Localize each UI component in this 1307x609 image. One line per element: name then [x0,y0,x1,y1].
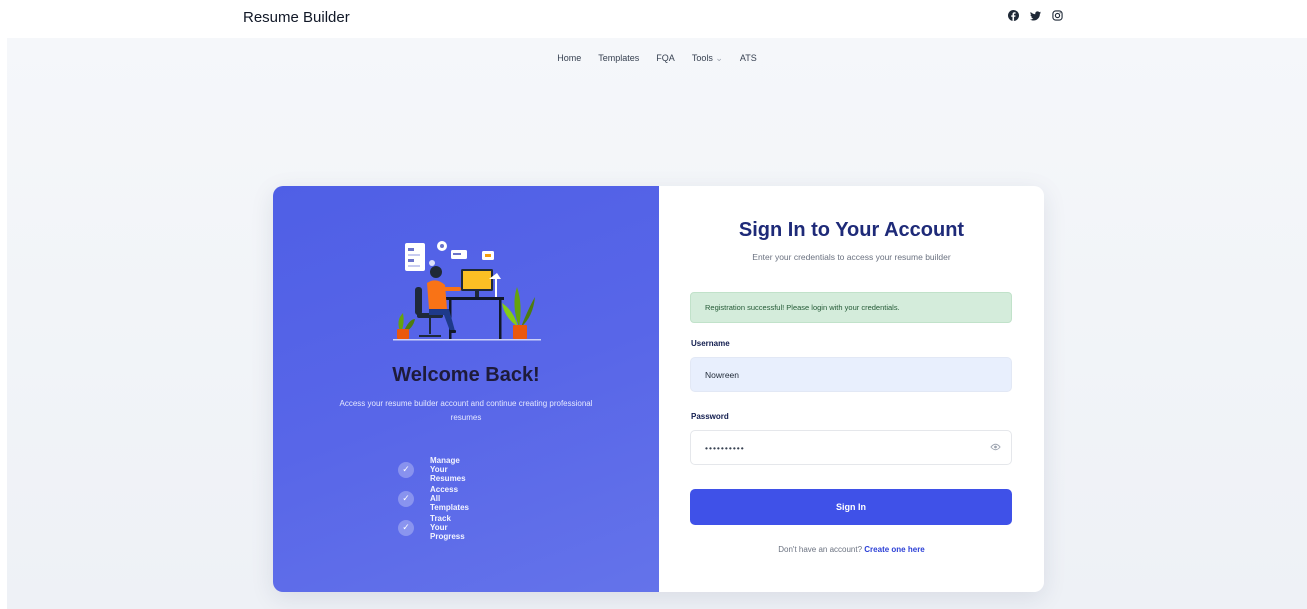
top-header: Resume Builder [0,0,1307,38]
nav-item-ats[interactable]: ATS [740,53,757,63]
feature-list: ✓ Manage Your Resumes ✓ Access All Templ… [398,455,469,542]
nav-item-tools-label: Tools [691,52,713,63]
login-card: Welcome Back! Access your resume builder… [273,186,1044,592]
sign-in-button[interactable]: Sign In [690,489,1012,525]
nav-item-templates[interactable]: Templates [598,53,639,63]
username-input[interactable]: Nowreen [690,357,1012,392]
feature-item: ✓ Track Your Progress [398,513,465,542]
password-input[interactable]: •••••••••• [690,430,1012,465]
twitter-icon[interactable] [1030,10,1041,21]
instagram-icon[interactable] [1052,10,1063,21]
nav-item-home[interactable]: Home [557,53,581,63]
welcome-panel: Welcome Back! Access your resume builder… [273,186,659,592]
check-icon: ✓ [398,519,414,536]
nav-item-fqa[interactable]: FQA [656,53,675,63]
check-icon: ✓ [398,461,414,478]
feature-item: ✓ Manage Your Resumes [398,455,466,484]
workspace-illustration [387,235,547,355]
welcome-heading: Welcome Back! [392,364,540,386]
brand-logo-text[interactable]: Resume Builder [243,9,350,26]
form-title: Sign In to Your Account [738,219,965,241]
feature-label: Track Your Progress [430,514,465,541]
welcome-description: Access your resume builder account and c… [339,399,593,422]
feature-label: Access All Templates [430,485,469,512]
username-label: Username [691,339,730,348]
form-subtitle: Enter your credentials to access your re… [752,252,951,262]
register-text: Don't have an account? [778,545,863,554]
create-account-link[interactable]: Create one here [864,545,924,554]
password-value: •••••••••• [705,442,745,453]
page-background: Home Templates FQA Tools ⌄ ATS Welcome B… [7,38,1307,609]
login-form-panel: Sign In to Your Account Enter your crede… [659,186,1044,592]
eye-icon[interactable] [990,443,1001,453]
feature-item: ✓ Access All Templates [398,484,469,513]
check-icon: ✓ [398,490,414,507]
feature-label: Manage Your Resumes [430,456,466,483]
main-nav: Home Templates FQA Tools ⌄ ATS [7,38,1307,78]
facebook-icon[interactable] [1008,10,1019,21]
password-label: Password [691,412,729,421]
nav-item-tools[interactable]: Tools ⌄ [692,53,723,64]
social-links [1008,10,1063,21]
chevron-down-icon: ⌄ [715,52,723,63]
register-prompt: Don't have an account? Create one here [659,545,1044,554]
success-alert: Registration successful! Please login wi… [690,292,1012,323]
